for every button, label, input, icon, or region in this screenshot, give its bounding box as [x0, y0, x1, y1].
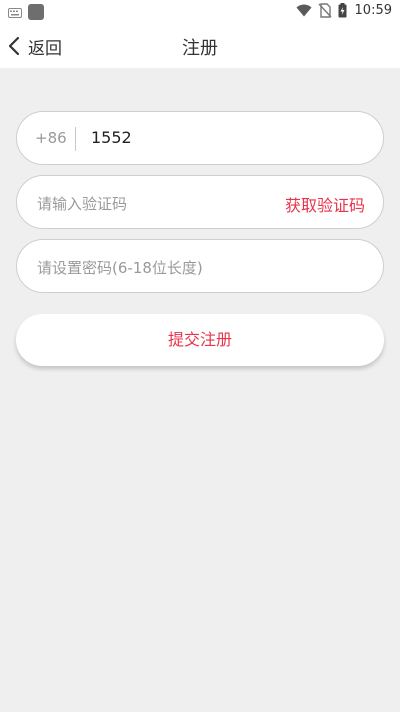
divider	[75, 127, 76, 151]
phone-input[interactable]: 1552	[91, 128, 132, 147]
status-left	[8, 4, 44, 20]
clock: 10:59	[354, 3, 392, 18]
password-field[interactable]: 请设置密码(6-18位长度)	[16, 239, 384, 293]
verification-code-field[interactable]: 请输入验证码 获取验证码	[16, 175, 384, 229]
get-code-button[interactable]: 获取验证码	[285, 192, 365, 216]
status-right: 10:59	[296, 3, 392, 18]
wifi-icon	[296, 4, 312, 17]
country-code[interactable]: +86	[35, 129, 67, 147]
status-bar: 10:59	[0, 0, 400, 24]
app-notification-icon	[28, 4, 44, 20]
keyboard-icon	[8, 8, 22, 18]
password-placeholder[interactable]: 请设置密码(6-18位长度)	[37, 257, 203, 278]
phone-field[interactable]: +86 1552	[16, 111, 384, 165]
no-sim-icon	[318, 3, 332, 18]
page-title: 注册	[182, 38, 218, 59]
battery-charging-icon	[338, 3, 347, 18]
header: 返回 注册	[0, 24, 400, 68]
code-placeholder[interactable]: 请输入验证码	[37, 193, 127, 214]
submit-register-button[interactable]: 提交注册	[16, 314, 384, 366]
